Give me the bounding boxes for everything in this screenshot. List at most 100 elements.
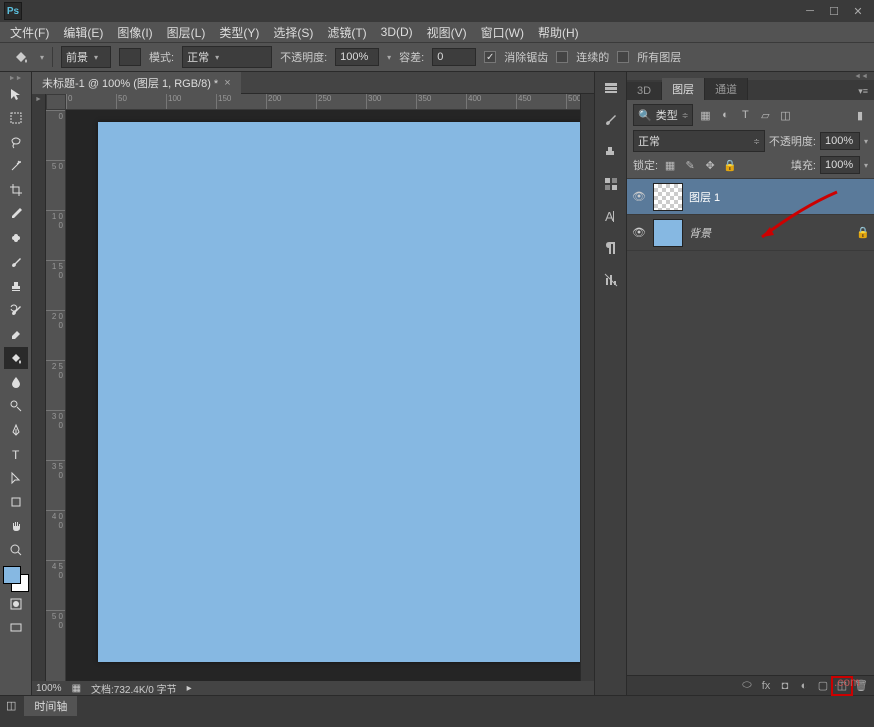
tab-channels[interactable]: 通道 (705, 78, 748, 100)
menu-file[interactable]: 文件(F) (4, 22, 55, 43)
screenmode-tool[interactable] (4, 617, 28, 639)
char-panel-icon[interactable]: A (600, 206, 622, 226)
filter-pixel-icon[interactable]: ▦ (697, 108, 713, 122)
doc-info[interactable]: 文档:732.4K/0 字节 (91, 681, 177, 696)
wand-tool[interactable] (4, 155, 28, 177)
blur-tool[interactable] (4, 371, 28, 393)
layer-thumbnail[interactable] (653, 219, 683, 247)
canvas-viewport[interactable] (66, 110, 580, 681)
timeline-tab[interactable]: 时间轴 (24, 696, 77, 716)
ruler-vertical[interactable]: 05 01 0 01 5 02 0 02 5 03 0 03 5 04 0 04… (46, 110, 66, 681)
filter-smart-icon[interactable]: ◫ (777, 108, 793, 122)
layer-name[interactable]: 背景 (689, 225, 711, 241)
delete-layer-icon[interactable]: 🗑 (852, 678, 870, 694)
close-button[interactable]: ✕ (846, 3, 870, 19)
zoom-tool[interactable] (4, 539, 28, 561)
minimize-button[interactable]: ─ (798, 3, 822, 19)
adjust-panel-icon[interactable] (600, 270, 622, 290)
menu-filter[interactable]: 滤镜(T) (321, 22, 372, 43)
new-layer-icon[interactable]: ◫ (833, 678, 851, 694)
layer-filter-dropdown[interactable]: 🔍类型≑ (633, 104, 693, 126)
fill-source-dropdown[interactable]: 前景▾ (61, 46, 111, 68)
menu-3d[interactable]: 3D(D) (375, 23, 419, 41)
lock-all-icon[interactable]: 🔒 (722, 158, 738, 172)
menu-help[interactable]: 帮助(H) (532, 22, 585, 43)
filter-toggle[interactable]: ▮ (852, 108, 868, 122)
eraser-tool[interactable] (4, 323, 28, 345)
bucket-tool-icon[interactable] (10, 47, 32, 67)
brush-tool[interactable] (4, 251, 28, 273)
lock-pixel-icon[interactable]: ✎ (682, 158, 698, 172)
filter-adjust-icon[interactable]: ◐ (717, 108, 733, 122)
doc-info-caret[interactable]: ▸ (187, 683, 192, 694)
type-tool[interactable]: T (4, 443, 28, 465)
swatch-panel-icon[interactable] (600, 174, 622, 194)
stamp-tool[interactable] (4, 275, 28, 297)
menu-type[interactable]: 类型(Y) (213, 22, 265, 43)
document-tab[interactable]: 未标题-1 @ 100% (图层 1, RGB/8) * × (32, 72, 241, 94)
visibility-icon[interactable]: 👁 (631, 225, 647, 241)
link-layers-icon[interactable]: ⬭ (738, 678, 756, 694)
move-tool[interactable] (4, 83, 28, 105)
lasso-tool[interactable] (4, 131, 28, 153)
marquee-tool[interactable] (4, 107, 28, 129)
color-swatches[interactable] (3, 566, 29, 592)
layer-row[interactable]: 👁 图层 1 (627, 179, 874, 215)
timeline-handle-icon[interactable]: ◫ (6, 699, 16, 712)
layer-row[interactable]: 👁 背景 🔒 (627, 215, 874, 251)
menu-window[interactable]: 窗口(W) (475, 22, 530, 43)
group-icon[interactable]: ▢ (814, 678, 832, 694)
document-tab-close[interactable]: × (224, 77, 230, 89)
zoom-level[interactable]: 100% (36, 683, 62, 694)
fg-color[interactable] (3, 566, 21, 584)
eyedropper-tool[interactable] (4, 203, 28, 225)
blend-mode-dropdown[interactable]: 正常≑ (633, 130, 765, 152)
shape-tool[interactable] (4, 491, 28, 513)
tab-layers[interactable]: 图层 (662, 78, 705, 100)
opacity-input[interactable]: 100% (335, 48, 379, 66)
blend-mode-dropdown[interactable]: 正常▾ (182, 46, 272, 68)
all-layers-checkbox[interactable] (617, 51, 629, 63)
tab-3d[interactable]: 3D (627, 82, 662, 100)
nav-icon[interactable]: ▦ (72, 683, 81, 694)
right-collapse-strip[interactable] (580, 94, 594, 681)
menu-edit[interactable]: 编辑(E) (57, 22, 109, 43)
history-brush-tool[interactable] (4, 299, 28, 321)
layer-thumbnail[interactable] (653, 183, 683, 211)
tool-preset-caret[interactable]: ▾ (40, 53, 44, 62)
menu-image[interactable]: 图像(I) (111, 22, 158, 43)
layer-opacity-input[interactable]: 100% (820, 132, 860, 150)
fx-icon[interactable]: fx (757, 678, 775, 694)
path-select-tool[interactable] (4, 467, 28, 489)
para-panel-icon[interactable] (600, 238, 622, 258)
canvas[interactable] (98, 122, 580, 662)
menu-layer[interactable]: 图层(L) (161, 22, 212, 43)
maximize-button[interactable]: ☐ (822, 3, 846, 19)
contiguous-checkbox[interactable] (556, 51, 568, 63)
lock-position-icon[interactable]: ✥ (702, 158, 718, 172)
layer-name[interactable]: 图层 1 (689, 189, 720, 205)
antialias-checkbox[interactable] (484, 51, 496, 63)
adjustment-layer-icon[interactable]: ◐ (795, 678, 813, 694)
history-panel-icon[interactable] (600, 78, 622, 98)
tools-handle[interactable]: ►► (0, 74, 31, 82)
visibility-icon[interactable]: 👁 (631, 189, 647, 205)
clone-panel-icon[interactable] (600, 142, 622, 162)
hand-tool[interactable] (4, 515, 28, 537)
bucket-tool[interactable] (4, 347, 28, 369)
fill-input[interactable]: 100% (820, 156, 860, 174)
pattern-swatch[interactable] (119, 48, 141, 66)
menu-select[interactable]: 选择(S) (267, 22, 319, 43)
ruler-horizontal[interactable]: 050100150200250300350400450500 (66, 94, 580, 110)
filter-type-icon[interactable]: T (737, 108, 753, 122)
panel-menu-icon[interactable]: ▾≡ (852, 83, 874, 100)
dodge-tool[interactable] (4, 395, 28, 417)
menu-view[interactable]: 视图(V) (421, 22, 473, 43)
crop-tool[interactable] (4, 179, 28, 201)
pen-tool[interactable] (4, 419, 28, 441)
quickmask-tool[interactable] (4, 593, 28, 615)
brush-panel-icon[interactable] (600, 110, 622, 130)
filter-shape-icon[interactable]: ▱ (757, 108, 773, 122)
lock-transparent-icon[interactable]: ▦ (662, 158, 678, 172)
heal-tool[interactable] (4, 227, 28, 249)
